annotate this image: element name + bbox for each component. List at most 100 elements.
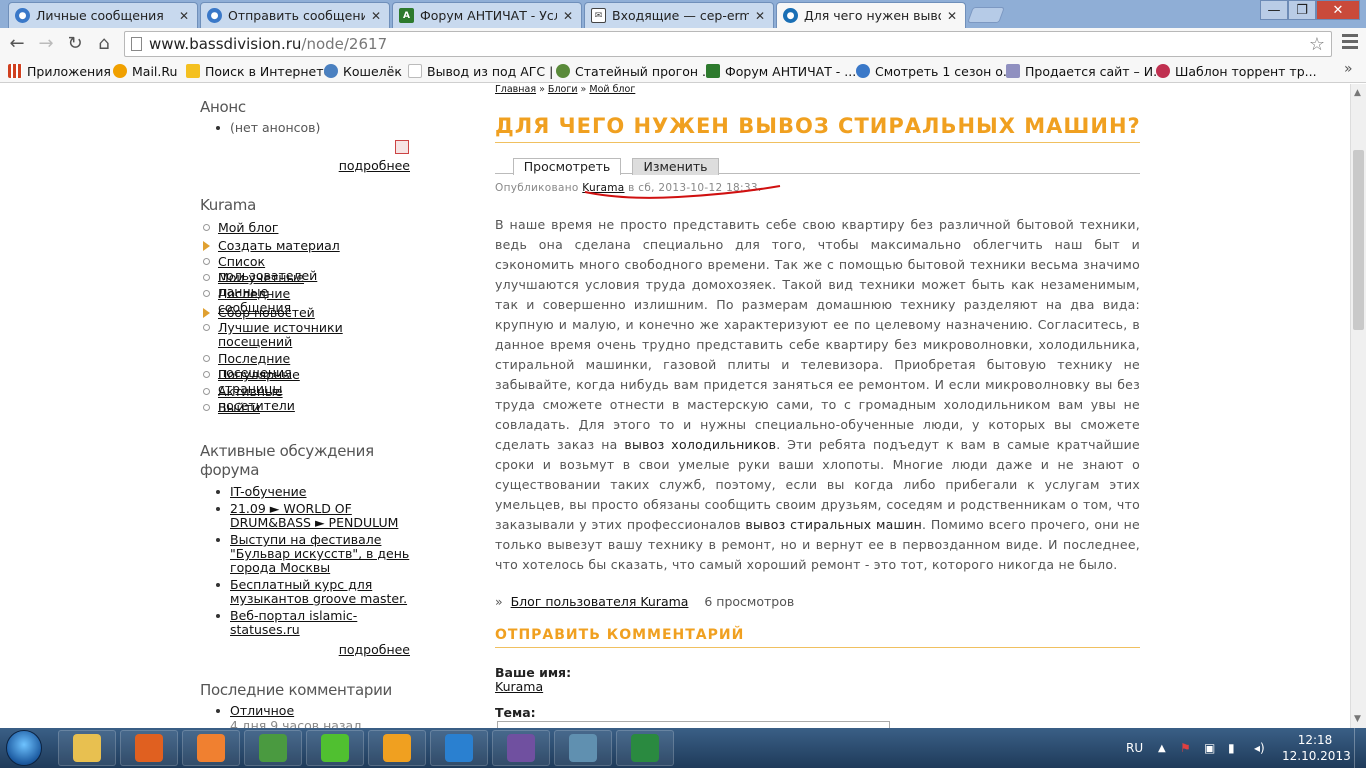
sidebar-item[interactable]: Мой блог [200, 221, 412, 235]
breadcrumb-home[interactable]: Главная [495, 84, 536, 95]
bookmark-item[interactable]: Шаблон торрент тр... [1156, 62, 1317, 80]
close-icon[interactable]: ✕ [177, 9, 191, 23]
taskbar-app-button[interactable] [368, 730, 426, 766]
address-bar[interactable]: www.bassdivision.ru/node/2617 ☆ [124, 31, 1332, 57]
taskbar-app-button[interactable] [58, 730, 116, 766]
browser-tab-active[interactable]: ● Для чего нужен вывоз сти ✕ [776, 2, 966, 28]
keyword-link[interactable]: вывоз холодильников [624, 437, 776, 452]
bullet-circle-icon [203, 371, 210, 378]
scroll-up-icon[interactable]: ▲ [1354, 88, 1361, 98]
page-title: ДЛЯ ЧЕГО НУЖЕН ВЫВОЗ СТИРАЛЬНЫХ МАШИН? [495, 114, 1141, 138]
forum-topic-link[interactable]: Веб-портал islamic-statuses.ru [230, 609, 360, 637]
show-desktop-button[interactable] [1354, 728, 1366, 768]
comment-link[interactable]: Отличное [230, 703, 294, 718]
block-title-user: Kurama [200, 196, 256, 214]
clipboard-icon[interactable]: ▣ [1204, 728, 1215, 768]
sidebar-item[interactable]: Создать материал [200, 239, 412, 253]
bullet [216, 583, 220, 587]
forum-topic-link[interactable]: IT-обучение [230, 485, 410, 499]
name-value[interactable]: Kurama [495, 679, 543, 694]
bookmark-item[interactable]: Поиск в Интернете [186, 62, 331, 80]
taskbar-app-button[interactable] [120, 730, 178, 766]
menu-icon[interactable] [1342, 34, 1358, 50]
taskbar-app-button[interactable] [244, 730, 302, 766]
bookmark-apps[interactable]: Приложения [8, 62, 111, 80]
firefox-icon [135, 734, 163, 762]
close-icon[interactable]: ✕ [369, 9, 383, 23]
keyword-link[interactable]: вывоз стиральных машин [745, 517, 922, 532]
sidebar-link[interactable]: Лучшие источники посещений [218, 321, 358, 349]
language-indicator[interactable]: RU [1126, 728, 1143, 768]
bookmark-item[interactable]: Продается сайт – И... [1006, 62, 1165, 80]
page-scrollbar[interactable]: ▲ ▼ [1350, 84, 1366, 728]
tray-arrow-icon[interactable]: ▲ [1158, 728, 1166, 768]
start-button[interactable] [6, 730, 42, 766]
bookmark-item[interactable]: Смотреть 1 сезон о... [856, 62, 1015, 80]
user-blog-link[interactable]: Блог пользователя Kurama [511, 594, 689, 609]
browser-tab[interactable]: ● Личные сообщения ✕ [8, 2, 198, 28]
bookmark-item[interactable]: Статейный прогон ... [556, 62, 714, 80]
apps-icon [8, 64, 22, 78]
sidebar-link[interactable]: Сбор новостей [218, 306, 358, 320]
bookmark-item[interactable]: Форум АНТИЧАТ - ... [706, 62, 856, 80]
close-icon[interactable]: ✕ [753, 9, 767, 23]
subject-label: Тема: [495, 705, 536, 720]
forum-topic-link[interactable]: 21.09 ► WORLD OF DRUM&BASS ► PENDULUM [230, 502, 410, 530]
sidebar-item[interactable]: Выйти [200, 401, 412, 415]
maximize-button[interactable]: ❐ [1288, 0, 1316, 20]
bookmark-item[interactable]: Вывод из под АГС | ... [408, 62, 569, 80]
block-title-announce: Анонс [200, 98, 246, 116]
tab-view[interactable]: Просмотреть [513, 158, 621, 175]
taskbar-app-button[interactable] [616, 730, 674, 766]
system-clock[interactable]: 12:18 12.10.2013 [1282, 732, 1351, 764]
chrome-icon: ● [15, 8, 30, 23]
close-icon[interactable]: ✕ [561, 9, 575, 23]
volume-icon[interactable]: ◂) [1254, 728, 1265, 768]
forum-more-link[interactable]: подробнее [339, 642, 410, 657]
browser-tab[interactable]: А Форум АНТИЧАТ - Услуг ✕ [392, 2, 582, 28]
sidebar-link[interactable]: Мой блог [218, 221, 358, 235]
tab-edit[interactable]: Изменить [632, 158, 719, 175]
comment-form-title: ОТПРАВИТЬ КОММЕНТАРИЙ [495, 627, 745, 643]
breadcrumb-blogs[interactable]: Блоги [548, 84, 578, 95]
more-bookmarks-icon[interactable]: » [1344, 61, 1353, 77]
calendar-icon[interactable] [395, 140, 409, 154]
subject-input[interactable] [497, 721, 890, 728]
bullet-circle-icon [203, 355, 210, 362]
taskbar-app-button[interactable] [492, 730, 550, 766]
browser-tab[interactable]: ● Отправить сообщение ✕ [200, 2, 390, 28]
scroll-down-icon[interactable]: ▼ [1354, 714, 1361, 724]
home-button[interactable]: ⌂ [93, 32, 115, 54]
forum-topic-link[interactable]: Выступи на фестивале "Бульвар искусств",… [230, 533, 410, 575]
bullet-circle-icon [203, 224, 210, 231]
more-link[interactable]: подробнее [339, 158, 410, 173]
reload-button[interactable]: ↻ [64, 32, 86, 54]
bookmark-item[interactable]: Кошелёк [324, 62, 402, 80]
sidebar-item[interactable]: Лучшие источники посещений [200, 321, 412, 349]
network-warning-icon[interactable]: ⚑ [1180, 728, 1191, 768]
minimize-button[interactable]: — [1260, 0, 1288, 20]
sidebar-item[interactable]: Сбор новостей [200, 306, 412, 320]
taskbar-app-button[interactable] [306, 730, 364, 766]
taskbar-app-button[interactable] [554, 730, 612, 766]
forward-button[interactable]: → [35, 32, 57, 54]
icq-icon [321, 734, 349, 762]
close-window-button[interactable]: ✕ [1316, 0, 1360, 20]
back-button[interactable]: ← [6, 32, 28, 54]
taskbar-app-button[interactable] [430, 730, 488, 766]
bookmark-item[interactable]: Mail.Ru [113, 62, 177, 80]
signal-icon[interactable]: ▮ [1228, 728, 1235, 768]
scrollbar-thumb[interactable] [1353, 150, 1364, 330]
breadcrumb-my-blog[interactable]: Мой блог [589, 84, 635, 95]
close-icon[interactable]: ✕ [945, 9, 959, 23]
bullet [216, 126, 220, 130]
bookmark-star-icon[interactable]: ☆ [1309, 33, 1325, 57]
comment-divider [495, 647, 1140, 648]
sidebar-link[interactable]: Выйти [218, 401, 358, 415]
browser-tab[interactable]: ✉ Входящие — cep-ermolin ✕ [584, 2, 774, 28]
taskbar-app-button[interactable] [182, 730, 240, 766]
new-tab-button[interactable] [967, 7, 1005, 23]
forum-topic-link[interactable]: Бесплатный курс для музыкантов groove ma… [230, 578, 410, 606]
sidebar-link[interactable]: Создать материал [218, 239, 358, 253]
node-tabs: Просмотреть Изменить [495, 158, 1140, 175]
